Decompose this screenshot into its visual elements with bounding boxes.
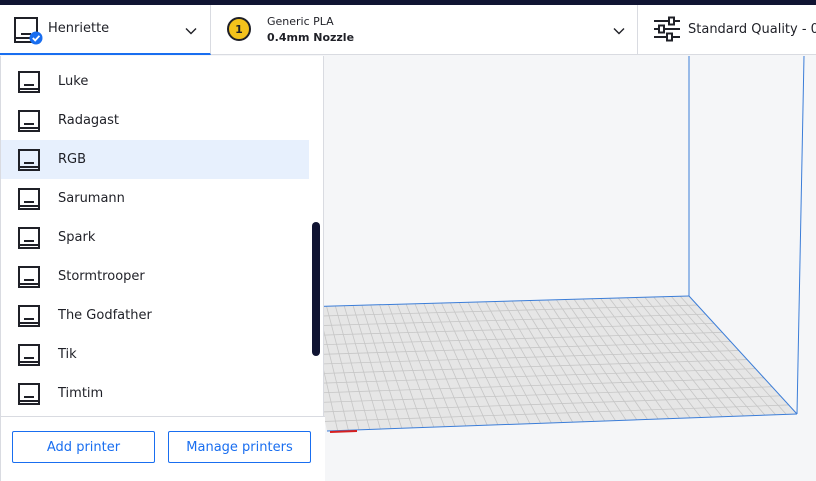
printer-list-item[interactable]: Spark (1, 218, 309, 257)
material-selector[interactable]: 1 Generic PLA 0.4mm Nozzle (211, 5, 638, 55)
printer-dropdown: Luke Radagast RGB Sarumann Spark Stormtrooper… (0, 56, 325, 481)
printer-icon (16, 109, 42, 133)
printer-item-label: Radagast (58, 113, 120, 128)
extruder-number: 1 (235, 22, 243, 36)
printer-list-item[interactable]: Tik (1, 335, 309, 374)
printer-item-label: Stormtrooper (58, 269, 145, 284)
printer-item-label: Luke (58, 74, 89, 89)
printer-item-label: Sarumann (58, 191, 125, 206)
printer-item-label: Tik (58, 347, 77, 362)
printer-icon (16, 265, 42, 289)
printer-icon (16, 382, 42, 406)
build-volume-edge (796, 55, 805, 415)
printer-list: Luke Radagast RGB Sarumann Spark Stormtrooper… (1, 62, 309, 413)
printer-selector[interactable]: Henriette (0, 5, 211, 55)
printer-item-label: Spark (58, 230, 96, 245)
printer-name: Henriette (48, 21, 110, 36)
quality-selector[interactable]: Standard Quality - 0.2 (638, 5, 816, 55)
printer-icon (16, 343, 42, 367)
printer-icon (16, 304, 42, 328)
printer-item-label: The Godfather (58, 308, 152, 323)
printer-list-item[interactable]: RGB (1, 140, 309, 179)
extruder-badge: 1 (227, 17, 251, 41)
manage-printers-button[interactable]: Manage printers (168, 431, 311, 463)
printer-list-item[interactable]: Luke (1, 62, 309, 101)
printer-connected-icon (12, 16, 46, 46)
printer-icon (16, 187, 42, 211)
sliders-icon (652, 16, 682, 42)
chevron-down-icon (184, 23, 198, 37)
material-name: Generic PLA (267, 15, 334, 28)
x-axis-indicator (329, 430, 358, 433)
printer-item-label: Timtim (58, 386, 104, 401)
printer-icon (16, 148, 42, 172)
printer-list-item[interactable]: Timtim (1, 374, 309, 413)
printer-icon (16, 70, 42, 94)
printer-list-item[interactable]: Stormtrooper (1, 257, 309, 296)
printer-list-item[interactable]: The Godfather (1, 296, 309, 335)
printer-list-item[interactable]: Sarumann (1, 179, 309, 218)
nozzle-size: 0.4mm Nozzle (267, 31, 355, 44)
add-printer-button[interactable]: Add printer (12, 431, 155, 463)
printer-item-label: RGB (58, 152, 87, 167)
printer-icon (16, 226, 42, 250)
scrollbar[interactable] (312, 222, 320, 356)
printer-list-item[interactable]: Radagast (1, 101, 309, 140)
header-bar: Henriette 1 Generic PLA 0.4mm Nozzle Sta (0, 5, 816, 55)
dropdown-footer: Add printer Manage printers (1, 416, 325, 481)
quality-label: Standard Quality - 0.2 (688, 22, 816, 37)
chevron-down-icon (612, 23, 626, 37)
